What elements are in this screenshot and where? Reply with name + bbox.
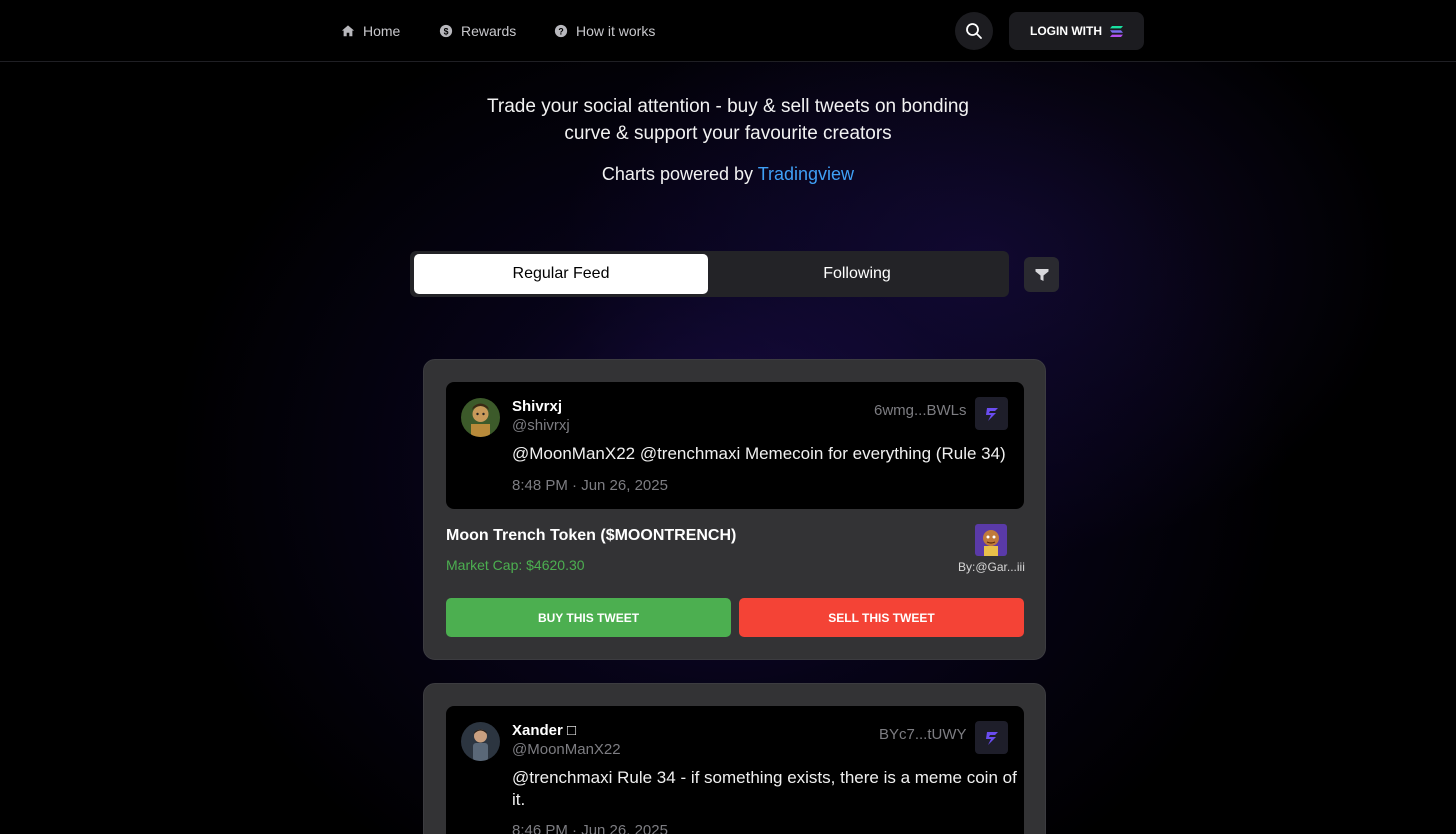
creator-handle[interactable]: By:@Gar...iii [958, 560, 1025, 574]
filter-icon [1035, 268, 1048, 281]
svg-text:$: $ [444, 27, 449, 37]
svg-text:?: ? [558, 27, 563, 37]
nav-rewards[interactable]: $ Rewards [439, 20, 516, 42]
author-name[interactable]: Shivrxj [512, 398, 562, 415]
mint-address[interactable]: 6wmg...BWLs [874, 402, 967, 419]
post-card: Shivrxj @shivrxj 6wmg...BWLs @MoonManX22… [423, 359, 1046, 660]
author-handle[interactable]: @shivrxj [512, 417, 570, 434]
question-icon: ? [554, 24, 568, 38]
nav-rewards-label: Rewards [461, 23, 517, 39]
tweet-timestamp: 8:46 PM · Jun 26, 2025 [512, 822, 668, 834]
filter-button[interactable] [1024, 257, 1059, 292]
top-navbar: Home $ Rewards ? How it works LOGIN WITH [0, 0, 1456, 62]
charts-powered-by: Charts powered by Tradingview [428, 164, 1028, 185]
tagline-line-1: Trade your social attention - buy & sell… [487, 96, 969, 117]
lightning-logo-icon [985, 731, 998, 745]
creator-avatar[interactable] [975, 524, 1007, 556]
author-avatar-image [461, 722, 500, 761]
creator-avatar-image [975, 524, 1007, 556]
mint-address[interactable]: BYc7...tUWY [879, 726, 967, 743]
buy-tweet-button[interactable]: BUY THIS TWEET [446, 598, 731, 637]
nav-home-label: Home [363, 23, 401, 39]
feed-toggle: Regular Feed Following [410, 251, 1009, 297]
lightning-logo-icon [985, 407, 998, 421]
market-cap: Market Cap: $4620.30 [446, 557, 585, 573]
search-button[interactable] [955, 12, 993, 50]
tab-regular-feed[interactable]: Regular Feed [414, 254, 708, 294]
tweet-text-line-1: @trenchmaxi Rule 34 - if something exist… [512, 768, 1017, 787]
login-label: LOGIN WITH [1030, 24, 1102, 38]
post-card: Xander □ @MoonManX22 BYc7...tUWY @trench… [423, 683, 1046, 834]
nav-home[interactable]: Home [341, 20, 400, 42]
platform-badge[interactable] [975, 397, 1008, 430]
sell-tweet-button[interactable]: SELL THIS TWEET [739, 598, 1024, 637]
token-name: Moon Trench Token ($MOONTRENCH) [446, 527, 737, 544]
hero-tagline: Trade your social attention - buy & sell… [428, 93, 1028, 147]
tradingview-link[interactable]: Tradingview [758, 164, 854, 184]
dollar-coin-icon: $ [439, 24, 453, 38]
tab-following[interactable]: Following [710, 254, 1004, 294]
tagline-line-2: curve & support your favourite creators [564, 123, 892, 144]
tweet-text-line-2: it. [512, 790, 526, 809]
avatar[interactable] [461, 722, 500, 761]
author-handle[interactable]: @MoonManX22 [512, 741, 621, 758]
nav-how-it-works[interactable]: ? How it works [554, 20, 655, 42]
author-name[interactable]: Xander □ [512, 722, 576, 739]
author-avatar-image [461, 398, 500, 437]
tweet-timestamp: 8:48 PM · Jun 26, 2025 [512, 477, 668, 494]
login-button[interactable]: LOGIN WITH [1009, 12, 1144, 50]
tweet-embed[interactable]: Xander □ @MoonManX22 BYc7...tUWY @trench… [446, 706, 1024, 834]
nav-how-it-works-label: How it works [576, 23, 656, 39]
home-icon [341, 25, 355, 37]
solana-logo-icon [1110, 25, 1123, 37]
platform-badge[interactable] [975, 721, 1008, 754]
search-icon [966, 23, 982, 39]
tweet-embed[interactable]: Shivrxj @shivrxj 6wmg...BWLs @MoonManX22… [446, 382, 1024, 509]
charts-prefix: Charts powered by [601, 164, 753, 184]
avatar[interactable] [461, 398, 500, 437]
tweet-text: @trenchmaxi Rule 34 - if something exist… [512, 767, 1017, 811]
tweet-text: @MoonManX22 @trenchmaxi Memecoin for eve… [512, 444, 1006, 463]
